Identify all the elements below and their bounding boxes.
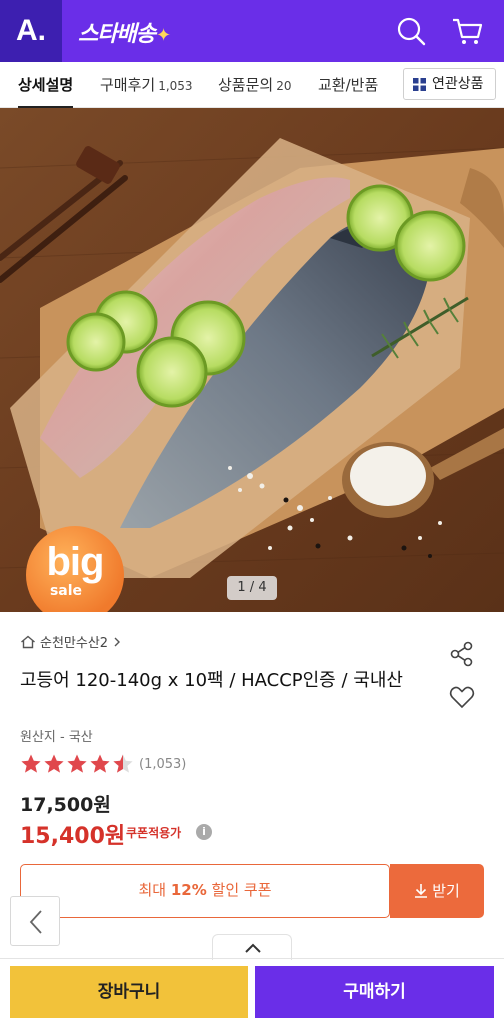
tab-detail[interactable]: 상세설명 [18, 62, 74, 109]
rating-stars [20, 753, 135, 775]
cart-icon[interactable] [450, 14, 484, 48]
related-products-label: 연관상품 [432, 76, 484, 92]
badge-sale-text: sale [49, 583, 83, 599]
store-home-icon [21, 635, 35, 648]
add-to-cart-button[interactable]: 장바구니 [10, 966, 248, 1018]
badge-big-text: big [46, 540, 105, 584]
tab-count: 1,053 [158, 79, 193, 93]
product-origin: 원산지 - 국산 [20, 730, 93, 745]
tab-label: 상품문의 [218, 76, 274, 94]
tab-label: 상세설명 [18, 76, 74, 94]
tab-reviews[interactable]: 구매후기 1,053 [100, 62, 193, 108]
download-icon [415, 884, 428, 898]
top-header: A. 스타배송✦ [0, 0, 504, 62]
image-pager: 1 / 4 [227, 576, 277, 600]
brand-text: 스타배송 [78, 22, 156, 47]
coupon-price-label: 쿠폰적용가 [126, 826, 182, 840]
star-icon [67, 754, 87, 773]
coupon-prefix: 최대 [138, 881, 171, 899]
original-price: 17,500원 [20, 794, 111, 816]
product-image-carousel[interactable]: big sale 1 / 4 [0, 108, 504, 612]
coupon-banner[interactable]: 최대 12% 할인 쿠폰 [20, 864, 390, 918]
search-icon[interactable] [394, 14, 428, 48]
store-link[interactable]: 순천만수산2 [20, 632, 126, 651]
rating-count: (1,053) [139, 756, 187, 772]
star-half-icon [113, 754, 133, 773]
star-icon [44, 754, 64, 773]
sale-price: 15,400원 [20, 824, 126, 849]
coupon-download-button[interactable]: 받기 [390, 864, 484, 918]
rating-summary[interactable]: (1,053) [20, 752, 186, 776]
related-products-button[interactable]: 연관상품 [403, 68, 496, 100]
app-logo[interactable]: A. [0, 0, 62, 62]
tab-label: 구매후기 [100, 76, 156, 94]
info-icon[interactable]: i [196, 824, 212, 840]
product-title: 고등어 120-140g x 10팩 / HACCP인증 / 국내산 [20, 670, 403, 691]
star-icon [90, 754, 110, 773]
grid-icon [413, 78, 426, 91]
coupon-percent: 12% [170, 881, 207, 899]
coupon-button-label: 받기 [432, 882, 460, 900]
expand-handle[interactable] [212, 934, 292, 960]
brand-title[interactable]: 스타배송✦ [78, 16, 171, 48]
divider [0, 958, 504, 959]
bottom-action-bar: 장바구니 구매하기 [0, 962, 504, 1024]
back-button[interactable] [10, 896, 60, 946]
tab-count: 20 [276, 79, 292, 93]
store-name: 순천만수산2 [40, 636, 109, 651]
buy-now-button[interactable]: 구매하기 [255, 966, 494, 1018]
share-icon[interactable] [448, 640, 476, 668]
coupon-suffix: 할인 쿠폰 [206, 881, 272, 899]
tab-label: 교환/반품 [318, 76, 379, 94]
chevron-right-icon [114, 637, 121, 646]
star-icon [21, 754, 41, 773]
chevron-left-icon [29, 910, 42, 934]
brand-star-icon: ✦ [155, 25, 171, 46]
tab-inquiries[interactable]: 상품문의 20 [218, 62, 291, 108]
detail-tabs: 상세설명 구매후기 1,053 상품문의 20 교환/반품 연관상품 [0, 62, 504, 109]
heart-icon[interactable] [448, 683, 476, 711]
tab-exchange-return[interactable]: 교환/반품 [318, 62, 378, 108]
